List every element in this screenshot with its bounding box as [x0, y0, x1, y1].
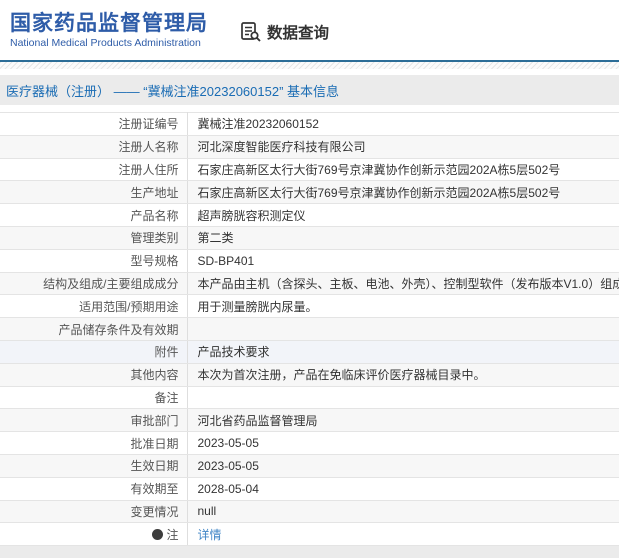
table-row: 型号规格 SD-BP401 [0, 249, 619, 273]
table-row: 批准日期 2023-05-05 [0, 431, 619, 455]
row-label: 注 [0, 522, 188, 547]
document-search-icon [240, 21, 262, 43]
row-label: 生产地址 [0, 180, 188, 205]
table-row: 生产地址 石家庄高新区太行大街769号京津冀协作创新示范园202A栋5层502号 [0, 180, 619, 205]
spacer [0, 105, 619, 112]
page-title: 医疗器械（注册） —— “冀械注准20232060152” 基本信息 [6, 83, 340, 99]
row-label: 注册人名称 [0, 135, 188, 159]
row-value: 石家庄高新区太行大街769号京津冀协作创新示范园202A栋5层502号 [187, 180, 619, 205]
row-value: 冀械注准20232060152 [187, 112, 619, 136]
table-row: 审批部门 河北省药品监督管理局 [0, 408, 619, 433]
nmpa-logo[interactable]: 国家药品监督管理局 National Medical Products Admi… [10, 11, 208, 50]
site-header: 国家药品监督管理局 National Medical Products Admi… [0, 0, 619, 60]
row-value: 2023-05-05 [187, 431, 619, 455]
table-row: 注册人名称 河北深度智能医疗科技有限公司 [0, 135, 619, 159]
logo-subtitle: National Medical Products Administration [10, 36, 201, 49]
row-value: 详情 [187, 522, 619, 547]
hatch-band [0, 62, 619, 69]
row-value: 2023-05-05 [187, 454, 619, 478]
row-label: 其他内容 [0, 363, 188, 387]
table-row: 注册证编号 冀械注准20232060152 [0, 112, 619, 136]
row-label: 备注 [0, 386, 188, 410]
registration-info-table: 注册证编号 冀械注准20232060152 注册人名称 河北深度智能医疗科技有限公司注… [0, 112, 619, 547]
row-value: 第二类 [187, 226, 619, 250]
table-row: 生效日期 2023-05-05 [0, 454, 619, 478]
row-label: 管理类别 [0, 226, 188, 250]
row-label: 附件 [0, 340, 188, 364]
table-row: 结构及组成/主要组成成分 本产品由主机（含探头、主板、电池、外壳）、控制型软件（发… [0, 272, 619, 296]
row-value: null [187, 500, 619, 524]
row-value: 超声膀胱容积测定仪 [187, 203, 619, 227]
table-row: 注详情 [0, 522, 619, 547]
detail-link[interactable]: 详情 [198, 528, 222, 542]
table-row: 产品储存条件及有效期 [0, 317, 619, 341]
row-value [187, 386, 619, 410]
row-label: 型号规格 [0, 249, 188, 273]
row-label: 适用范围/预期用途 [0, 294, 188, 319]
row-value: 产品技术要求 [187, 340, 619, 364]
table-row: 变更情况 null [0, 500, 619, 524]
row-label: 产品储存条件及有效期 [0, 317, 188, 341]
table-row: 其他内容 本次为首次注册，产品在免临床评价医疗器械目录中。 [0, 363, 619, 387]
row-label: 变更情况 [0, 500, 188, 524]
table-row: 管理类别 第二类 [0, 226, 619, 250]
logo-title: 国家药品监督管理局 [10, 11, 208, 35]
data-query-nav[interactable]: 数据查询 [240, 21, 329, 43]
row-value: 本次为首次注册，产品在免临床评价医疗器械目录中。 [187, 363, 619, 387]
row-label: 审批部门 [0, 408, 188, 433]
table-row: 附件 产品技术要求 [0, 340, 619, 364]
row-label: 生效日期 [0, 454, 188, 478]
row-value: 河北深度智能医疗科技有限公司 [187, 135, 619, 159]
row-value: 河北省药品监督管理局 [187, 408, 619, 433]
note-icon [152, 528, 164, 540]
row-value: 2028-05-04 [187, 477, 619, 501]
data-query-label: 数据查询 [267, 25, 330, 42]
table-row: 有效期至 2028-05-04 [0, 477, 619, 501]
page-title-bar: 医疗器械（注册） —— “冀械注准20232060152” 基本信息 [0, 75, 619, 105]
row-label: 注册证编号 [0, 112, 188, 136]
row-value: SD-BP401 [187, 249, 619, 273]
table-row: 适用范围/预期用途 用于测量膀胱内尿量。 [0, 294, 619, 319]
page: 国家药品监督管理局 National Medical Products Admi… [0, 0, 619, 547]
row-label: 产品名称 [0, 203, 188, 227]
row-value: 本产品由主机（含探头、主板、电池、外壳）、控制型软件（发布版本V1.0）组成。 [187, 272, 619, 296]
table-row: 备注 [0, 386, 619, 410]
table-row: 产品名称 超声膀胱容积测定仪 [0, 203, 619, 227]
row-value [187, 317, 619, 341]
row-value: 石家庄高新区太行大街769号京津冀协作创新示范园202A栋5层502号 [187, 158, 619, 182]
row-label: 结构及组成/主要组成成分 [0, 272, 188, 296]
row-label: 注册人住所 [0, 158, 188, 182]
row-value: 用于测量膀胱内尿量。 [187, 294, 619, 319]
row-label: 有效期至 [0, 477, 188, 501]
table-row: 注册人住所 石家庄高新区太行大街769号京津冀协作创新示范园202A栋5层502号 [0, 158, 619, 182]
row-label: 批准日期 [0, 431, 188, 455]
